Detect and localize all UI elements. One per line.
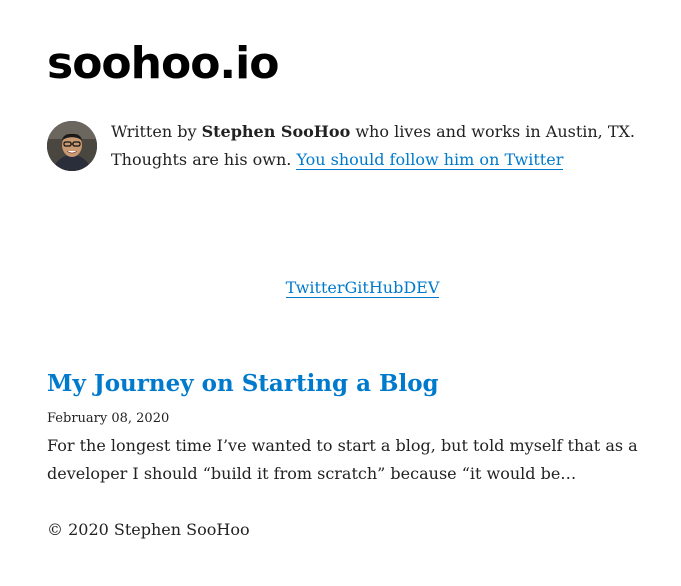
social-links: TwitterGitHubDEV <box>0 275 681 301</box>
post-excerpt: For the longest time I’ve wanted to star… <box>47 436 638 483</box>
bio: Written by Stephen SooHoo who lives and … <box>47 118 647 174</box>
avatar-portrait-icon <box>47 121 97 171</box>
social-link-github[interactable]: GitHub <box>345 278 404 297</box>
social-link-twitter[interactable]: Twitter <box>286 278 345 297</box>
post-title-link[interactable]: My Journey on Starting a Blog <box>47 370 439 397</box>
follow-twitter-link[interactable]: You should follow him on Twitter <box>296 150 563 169</box>
social-link-dev[interactable]: DEV <box>403 278 439 297</box>
bio-prefix: Written by <box>111 122 202 141</box>
post-title: My Journey on Starting a Blog <box>47 367 439 401</box>
avatar <box>47 121 97 171</box>
footer: © 2020 Stephen SooHoo <box>47 520 250 539</box>
site-title[interactable]: soohoo.io <box>47 34 279 94</box>
bio-text: Written by Stephen SooHoo who lives and … <box>111 118 641 174</box>
bio-author: Stephen SooHoo <box>201 122 351 141</box>
post-date: February 08, 2020 <box>47 411 170 426</box>
